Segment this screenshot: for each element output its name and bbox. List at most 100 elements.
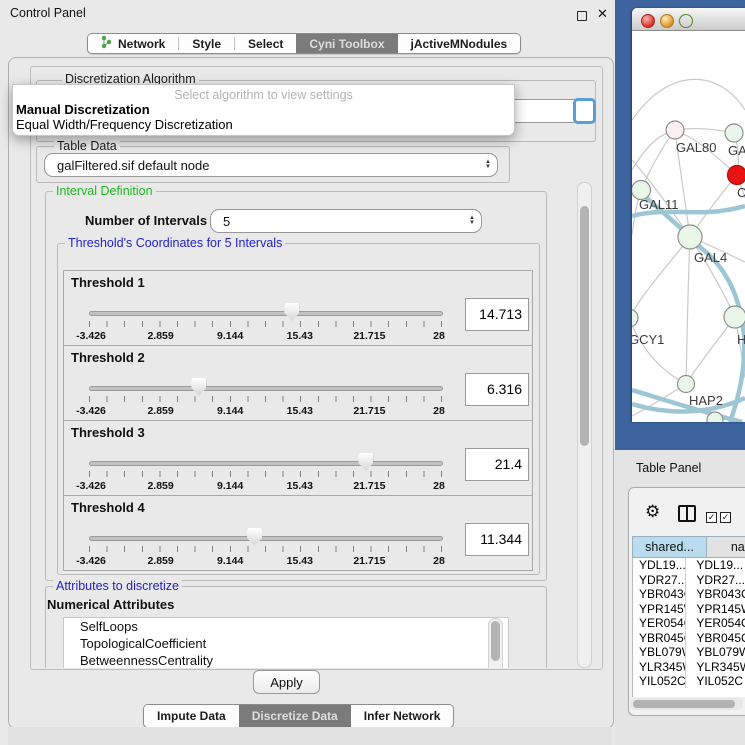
- threshold-value-field[interactable]: 6.316: [465, 373, 529, 406]
- minimize-traffic-light-icon[interactable]: [660, 14, 674, 28]
- network-node-label: H: [737, 332, 745, 347]
- network-edge[interactable]: [632, 318, 686, 384]
- algorithm-combo-button-focus-ring[interactable]: [573, 98, 596, 124]
- slider-track[interactable]: [89, 386, 443, 391]
- checkbox-icon: ✓: [706, 512, 717, 523]
- table-row[interactable]: YPR145WYPR145W: [633, 602, 745, 617]
- slider-track[interactable]: [89, 311, 443, 316]
- numerical-attributes-label: Numerical Attributes: [47, 597, 174, 612]
- tick-label: 2.859: [136, 405, 186, 417]
- network-node[interactable]: [728, 166, 745, 185]
- network-canvas[interactable]: GAL80GACGAL11GAL4GCY1HHAP2: [632, 30, 745, 422]
- network-node[interactable]: [725, 124, 743, 142]
- numerical-attributes-list[interactable]: SelfLoopsTopologicalCoefficientBetweenne…: [63, 617, 509, 668]
- table-cell: YBL079W: [686, 645, 745, 659]
- table-column-header[interactable]: shared...: [632, 536, 707, 558]
- attributes-scrollbar-thumb[interactable]: [491, 621, 500, 661]
- network-node[interactable]: [724, 306, 745, 328]
- close-icon[interactable]: ✕: [597, 6, 608, 22]
- table-column-header[interactable]: name: [707, 536, 745, 558]
- slider-thumb[interactable]: [284, 303, 299, 321]
- network-node[interactable]: [678, 376, 695, 393]
- tab-select[interactable]: Select: [235, 34, 296, 53]
- threshold-value-field[interactable]: 11.344: [465, 523, 529, 556]
- network-node[interactable]: [707, 412, 723, 422]
- tab-discretize-data[interactable]: Discretize Data: [239, 705, 351, 727]
- table-row[interactable]: YBR045CYBR045C: [633, 631, 745, 646]
- slider-ticks: [89, 321, 442, 327]
- network-edge[interactable]: [641, 130, 675, 190]
- control-panel-titlebar: [0, 0, 615, 26]
- attribute-list-item[interactable]: BetweennessCentrality: [64, 652, 508, 668]
- network-node[interactable]: [632, 309, 638, 327]
- slider-track[interactable]: [89, 461, 443, 466]
- table-cell: YIL052C: [633, 674, 686, 688]
- apply-button[interactable]: Apply: [253, 670, 320, 694]
- table-row[interactable]: YBR043CYBR043C: [633, 587, 745, 602]
- tick-label: 9.144: [205, 330, 255, 342]
- slider-thumb[interactable]: [191, 378, 206, 396]
- threshold-row: Threshold 3-3.4262.8599.14415.4321.71528…: [64, 421, 532, 496]
- threshold-label: Threshold 2: [71, 350, 145, 365]
- network-window-titlebar[interactable]: [632, 8, 745, 31]
- close-traffic-light-icon[interactable]: [641, 14, 655, 28]
- tick-label: 21.715: [344, 480, 394, 492]
- attribute-list-item[interactable]: SelfLoops: [64, 618, 508, 635]
- table-row[interactable]: YDR27...YDR27...: [633, 573, 745, 588]
- table-hscrollbar-thumb[interactable]: [633, 700, 735, 708]
- table-cell: YDR27...: [633, 573, 686, 587]
- attribute-list-item[interactable]: TopologicalCoefficient: [64, 635, 508, 652]
- slider-ticks: [89, 396, 442, 402]
- slider-ticks: [89, 471, 442, 477]
- algorithm-popup-prompt: Select algorithm to view settings: [13, 88, 514, 102]
- threshold-label: Threshold 4: [71, 500, 145, 515]
- slider-track[interactable]: [89, 536, 443, 541]
- slider-thumb[interactable]: [358, 453, 373, 471]
- tick-label: -3.426: [66, 480, 116, 492]
- bottom-tabbar: Impute DataDiscretize DataInfer Network: [143, 704, 454, 728]
- tick-label: -3.426: [66, 405, 116, 417]
- table-hscrollbar[interactable]: [630, 698, 743, 710]
- settings-scrollbar[interactable]: [577, 182, 592, 668]
- tab-infer-network[interactable]: Infer Network: [351, 705, 454, 727]
- network-node[interactable]: [666, 121, 684, 139]
- tab-jactivemnodules[interactable]: jActiveMNodules: [398, 34, 521, 53]
- split-columns-button[interactable]: [678, 505, 696, 522]
- float-window-icon[interactable]: [577, 11, 587, 21]
- column-select-button[interactable]: ✓✓: [706, 507, 734, 525]
- threshold-value-field[interactable]: 14.713: [465, 298, 529, 331]
- number-of-intervals-combobox[interactable]: 5 ▲▼: [210, 209, 482, 233]
- network-edge[interactable]: [686, 237, 690, 384]
- network-node[interactable]: [678, 225, 702, 249]
- table-row[interactable]: YDL19...YDL19...: [633, 558, 745, 573]
- algorithm-popup-item[interactable]: Manual Discretization: [16, 102, 150, 117]
- threshold-value-field[interactable]: 21.4: [465, 448, 529, 481]
- algorithm-popup-item[interactable]: Equal Width/Frequency Discretization: [16, 117, 233, 132]
- combo-spinner-icon: ▲▼: [463, 216, 481, 226]
- table-cell: YDL19...: [686, 558, 745, 572]
- table-cell: YBR045C: [686, 631, 745, 645]
- network-edge[interactable]: [686, 317, 735, 384]
- table-settings-button[interactable]: ⚙: [645, 503, 660, 522]
- table-row[interactable]: YLR345WYLR345W: [633, 660, 745, 675]
- slider-thumb[interactable]: [247, 528, 262, 546]
- tab-style[interactable]: Style: [179, 34, 234, 53]
- tab-network[interactable]: Network: [88, 34, 178, 53]
- table-data-combobox[interactable]: galFiltered.sif default node ▲▼: [44, 153, 498, 177]
- network-edge[interactable]: [632, 237, 690, 318]
- tick-label: 2.859: [136, 330, 186, 342]
- network-edge[interactable]: [632, 79, 745, 120]
- table-row[interactable]: YIL052CYIL052C: [633, 674, 745, 689]
- settings-scrollbar-thumb[interactable]: [580, 206, 589, 446]
- tab-impute-data[interactable]: Impute Data: [144, 705, 239, 727]
- tab-cyni-toolbox[interactable]: Cyni Toolbox: [296, 34, 397, 53]
- tick-label: 28: [414, 330, 464, 342]
- attributes-list-scrollbar[interactable]: [488, 618, 503, 668]
- table-body: YDL19...YDL19...YDR27...YDR27...YBR043CY…: [632, 558, 745, 697]
- zoom-traffic-light-icon[interactable]: [679, 14, 693, 28]
- table-row[interactable]: YER054CYER054C: [633, 616, 745, 631]
- table-row[interactable]: YBL079WYBL079W: [633, 645, 745, 660]
- table-cell: YPR145W: [633, 602, 686, 616]
- table-cell: YPR145W: [686, 602, 745, 616]
- network-icon: [101, 35, 112, 52]
